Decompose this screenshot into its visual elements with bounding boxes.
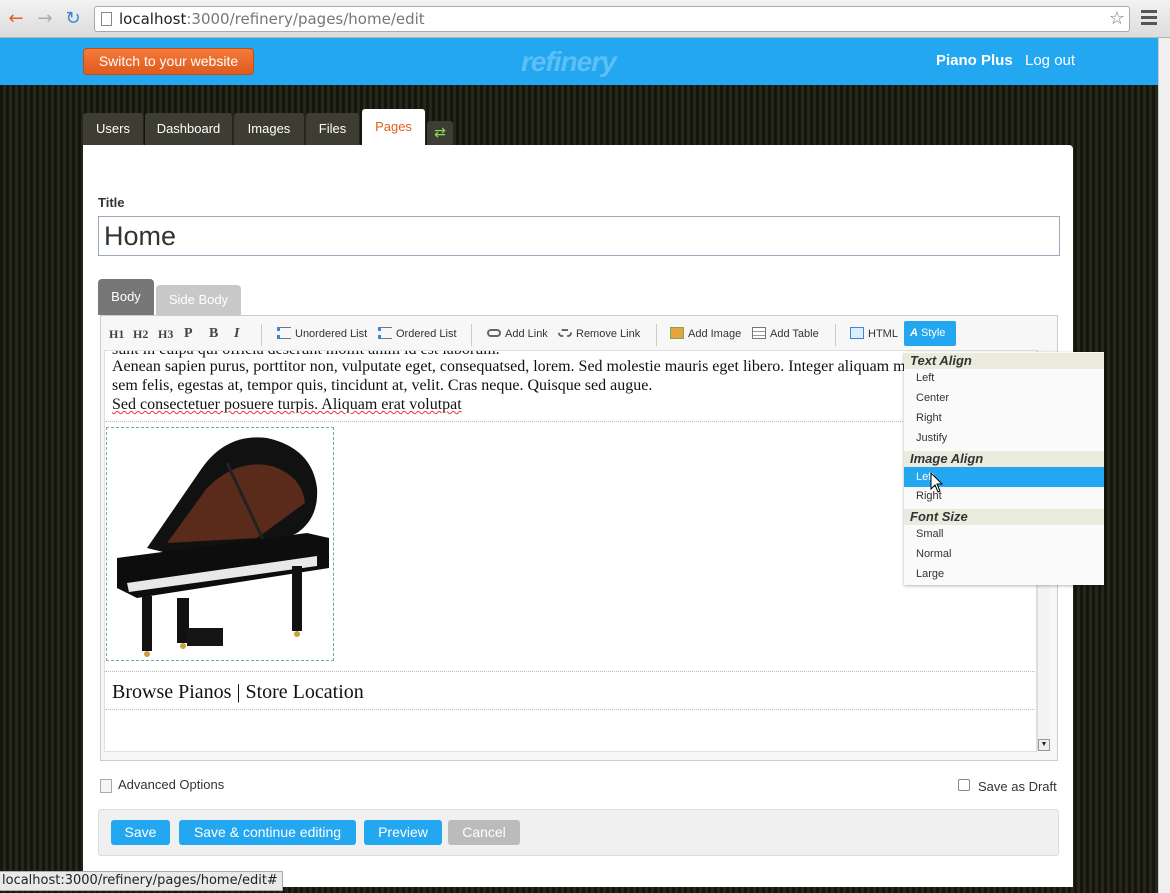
- add-table-button[interactable]: Add Table: [752, 320, 819, 348]
- address-bar[interactable]: localhost:3000/refinery/pages/home/edit …: [94, 6, 1130, 32]
- shuffle-icon[interactable]: ⇄: [427, 121, 453, 145]
- piano-image[interactable]: [106, 427, 334, 661]
- unlink-icon: [558, 329, 572, 338]
- image-icon: [670, 327, 684, 340]
- save-continue-button[interactable]: Save & continue editing: [179, 820, 356, 845]
- italic-button[interactable]: I: [234, 320, 239, 348]
- mouse-pointer-icon: [930, 472, 944, 493]
- switch-to-website-button[interactable]: Switch to your website: [83, 48, 254, 75]
- tab-users[interactable]: Users: [83, 113, 143, 145]
- site-name-link[interactable]: Piano Plus: [936, 52, 1013, 69]
- text-align-center[interactable]: Center: [904, 388, 1104, 408]
- remove-link-label: Remove Link: [576, 328, 641, 340]
- unordered-list-button[interactable]: Unordered List: [277, 320, 367, 348]
- font-size-small[interactable]: Small: [904, 524, 1104, 544]
- paragraph-button[interactable]: P: [184, 320, 193, 348]
- html-label: HTML: [868, 328, 898, 340]
- tab-images[interactable]: Images: [234, 113, 304, 145]
- h2-button[interactable]: H2: [133, 320, 148, 348]
- cancel-button[interactable]: Cancel: [448, 820, 520, 845]
- browser-status-bar: localhost:3000/refinery/pages/home/edit#: [0, 871, 283, 891]
- style-label: Style: [920, 327, 946, 339]
- tab-dashboard[interactable]: Dashboard: [145, 113, 232, 145]
- add-link-label: Add Link: [505, 328, 548, 340]
- font-size-normal[interactable]: Normal: [904, 544, 1104, 564]
- link-icon: [487, 329, 501, 338]
- text-align-justify[interactable]: Justify: [904, 428, 1104, 448]
- h1-button[interactable]: H1: [109, 320, 124, 348]
- ordered-list-icon: [378, 327, 392, 340]
- reload-icon[interactable]: ↻: [63, 9, 83, 29]
- ordered-list-button[interactable]: Ordered List: [378, 320, 457, 348]
- html-button[interactable]: HTML: [850, 320, 898, 348]
- save-as-draft-label: Save as Draft: [978, 779, 1057, 794]
- unordered-list-label: Unordered List: [295, 328, 368, 340]
- bookmark-star-icon[interactable]: ☆: [1109, 7, 1125, 31]
- image-align-heading: Image Align: [904, 451, 1104, 467]
- add-image-label: Add Image: [688, 328, 742, 340]
- text-align-heading: Text Align: [904, 353, 1104, 369]
- text-align-right[interactable]: Right: [904, 408, 1104, 428]
- browser-menu-icon[interactable]: [1141, 10, 1157, 26]
- title-input[interactable]: Home: [98, 216, 1060, 256]
- unordered-list-icon: [277, 327, 291, 340]
- paragraph-divider: [105, 421, 1035, 422]
- url-path: :3000/refinery/pages/home/edit: [186, 10, 425, 28]
- font-size-large[interactable]: Large: [904, 564, 1104, 584]
- add-image-button[interactable]: Add Image: [670, 320, 741, 348]
- tab-side-body[interactable]: Side Body: [156, 285, 241, 315]
- tab-files[interactable]: Files: [306, 113, 359, 145]
- editor-content-area[interactable]: sunt in culpa qui officia deserunt molli…: [104, 350, 1037, 752]
- back-arrow-icon[interactable]: ←: [6, 9, 26, 29]
- content-line-3: Sed consectetuer posuere turpis. Aliquam…: [112, 396, 462, 413]
- save-as-draft-checkbox[interactable]: [958, 778, 970, 791]
- bold-button[interactable]: B: [209, 320, 218, 348]
- grand-piano-image: [117, 437, 329, 657]
- remove-link-button[interactable]: Remove Link: [558, 320, 640, 348]
- browse-links-paragraph: Browse Pianos | Store Location: [112, 681, 364, 703]
- h3-button[interactable]: H3: [158, 320, 173, 348]
- content-line-1: Aenean sapien purus, porttitor non, vulp…: [112, 358, 936, 375]
- refinery-logo[interactable]: refinery: [521, 46, 617, 78]
- advanced-options-label: Advanced Options: [118, 777, 225, 792]
- text-align-left[interactable]: Left: [904, 368, 1104, 388]
- table-icon: [752, 327, 766, 340]
- scroll-down-arrow-icon[interactable]: ▼: [1038, 739, 1050, 751]
- paragraph-divider: [105, 709, 1035, 710]
- ordered-list-label: Ordered List: [396, 328, 457, 340]
- page-scrollbar[interactable]: [1158, 38, 1170, 893]
- url-host: localhost: [119, 10, 187, 28]
- site-header: Switch to your website refinery Piano Pl…: [0, 38, 1158, 85]
- advanced-options-link[interactable]: Advanced Options: [100, 777, 224, 793]
- paragraph-divider: [105, 671, 1035, 672]
- tab-body[interactable]: Body: [98, 279, 154, 315]
- browser-toolbar: ← → ↻ localhost:3000/refinery/pages/home…: [0, 0, 1170, 38]
- tab-pages[interactable]: Pages: [362, 109, 425, 145]
- style-dropdown-menu: Text Align Left Center Right Justify Ima…: [904, 352, 1104, 585]
- style-button[interactable]: A Style: [904, 321, 956, 346]
- content-line-2: sem felis, egestas at, tempor quis, tinc…: [112, 377, 653, 394]
- document-gear-icon: [100, 778, 112, 793]
- save-button[interactable]: Save: [111, 820, 170, 845]
- add-table-label: Add Table: [770, 328, 819, 340]
- forward-arrow-icon[interactable]: →: [35, 9, 55, 29]
- save-as-draft-option[interactable]: Save as Draft: [958, 778, 1057, 794]
- add-link-button[interactable]: Add Link: [487, 320, 548, 348]
- preview-button[interactable]: Preview: [364, 820, 442, 845]
- logout-link[interactable]: Log out: [1025, 52, 1075, 69]
- html-icon: [850, 327, 864, 340]
- title-label: Title: [98, 195, 125, 210]
- font-size-heading: Font Size: [904, 509, 1104, 525]
- style-icon: A: [910, 327, 918, 339]
- page-icon: [101, 12, 112, 26]
